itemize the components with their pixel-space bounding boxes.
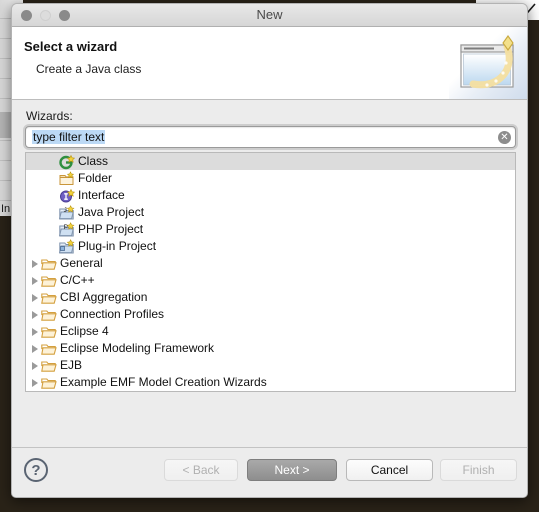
finish-button[interactable]: Finish (440, 459, 517, 481)
dialog-footer: ? < Back Next > Cancel Finish (12, 447, 527, 497)
tree-row[interactable]: EJB (26, 357, 515, 374)
tree-row-label: Class (78, 154, 109, 168)
new-wizard-banner-icon (449, 27, 527, 99)
next-button[interactable]: Next > (247, 459, 337, 481)
tree-row-label: Example EMF Model Creation Wizards (60, 375, 267, 389)
tree-row[interactable]: P PHP Project (26, 221, 515, 238)
expand-arrow-icon[interactable] (30, 374, 41, 391)
page-title: Select a wizard (24, 39, 118, 54)
tree-row[interactable]: Plug-in Project (26, 238, 515, 255)
wizard-tree[interactable]: Class Folder Interface J Java Project P PHP Pr… (25, 152, 516, 392)
tree-row-label: Plug-in Project (78, 239, 157, 253)
tree-row[interactable]: Class (26, 153, 515, 170)
screen: In New Select a wizard Create a Java cla… (0, 0, 539, 512)
svg-text:J: J (64, 207, 67, 214)
expand-arrow-icon[interactable] (30, 289, 41, 306)
filter-input-value[interactable]: type filter text (32, 130, 106, 144)
tree-row-label: Eclipse 4 (60, 324, 109, 338)
clear-icon[interactable]: ✕ (498, 131, 511, 144)
tree-row[interactable]: Eclipse Modeling Framework (26, 340, 515, 357)
tree-row[interactable]: Eclipse 4 (26, 323, 515, 340)
java-class-icon (59, 154, 76, 170)
java-project-icon: J (58, 204, 75, 221)
tree-row-label: Interface (78, 188, 125, 202)
tree-row[interactable]: Interface (26, 187, 515, 204)
tree-row-label: PHP Project (78, 222, 144, 236)
tree-row-label: CBI Aggregation (60, 290, 148, 304)
folder-icon (41, 324, 57, 340)
tree-row-label: Folder (78, 171, 113, 185)
expand-arrow-icon[interactable] (30, 272, 41, 289)
java-interface-icon (59, 188, 76, 204)
back-button[interactable]: < Back (164, 459, 238, 481)
filter-input[interactable]: type filter text ✕ (25, 126, 516, 148)
help-icon[interactable]: ? (24, 458, 48, 482)
expand-arrow-icon[interactable] (30, 357, 41, 374)
expand-arrow-icon[interactable] (30, 255, 41, 272)
tree-row[interactable]: General (26, 255, 515, 272)
dialog-header: Select a wizard Create a Java class (12, 27, 527, 100)
background-partial-label: In (1, 203, 11, 215)
tree-row[interactable]: Folder (26, 170, 515, 187)
page-subtitle: Create a Java class (36, 62, 142, 76)
dialog-title: New (256, 7, 283, 22)
folder-icon (41, 341, 57, 357)
new-wizard-dialog: New Select a wizard Create a Java class (11, 3, 528, 498)
tree-row-label: General (60, 256, 103, 270)
plugin-project-icon (58, 238, 75, 255)
folder-icon (41, 307, 57, 323)
expand-arrow-icon[interactable] (30, 340, 41, 357)
tree-row[interactable]: Example EMF Model Creation Wizards (26, 374, 515, 391)
expand-arrow-icon[interactable] (30, 323, 41, 340)
folder-new-icon (59, 170, 75, 187)
folder-icon (41, 375, 57, 391)
cancel-button[interactable]: Cancel (346, 459, 433, 481)
tree-row[interactable]: C/C++ (26, 272, 515, 289)
tree-row-label: C/C++ (60, 273, 95, 287)
tree-row[interactable]: Connection Profiles (26, 306, 515, 323)
php-project-icon: P (58, 221, 75, 238)
tree-row-label: Connection Profiles (60, 307, 165, 321)
tree-row[interactable]: J Java Project (26, 204, 515, 221)
folder-icon (41, 273, 57, 289)
folder-icon (41, 256, 57, 272)
tree-row-label: Eclipse Modeling Framework (60, 341, 215, 355)
folder-icon (41, 290, 57, 306)
wizards-label: Wizards: (26, 109, 73, 123)
expand-arrow-icon[interactable] (30, 306, 41, 323)
folder-icon (41, 358, 57, 374)
tree-row-label: Java Project (78, 205, 145, 219)
tree-row-label: EJB (60, 358, 83, 372)
tree-row[interactable]: CBI Aggregation (26, 289, 515, 306)
dialog-titlebar[interactable]: New (12, 4, 527, 27)
